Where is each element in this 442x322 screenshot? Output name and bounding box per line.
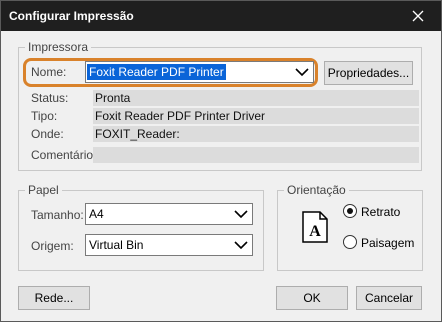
- network-button[interactable]: Rede...: [18, 286, 90, 310]
- print-setup-dialog: Configurar Impressão Impressora Nome: Fo…: [0, 0, 442, 322]
- paper-size-select[interactable]: A4: [85, 203, 253, 225]
- network-button-label: Rede...: [34, 291, 74, 305]
- portrait-label[interactable]: Retrato: [361, 205, 400, 219]
- printer-name-label: Nome:: [31, 65, 67, 79]
- chevron-down-icon: [234, 210, 248, 219]
- cancel-button-label: Cancelar: [364, 291, 414, 305]
- printer-name-value: Foxit Reader PDF Printer: [87, 64, 226, 80]
- paper-source-select[interactable]: Virtual Bin: [85, 234, 253, 256]
- ok-button[interactable]: OK: [276, 286, 348, 310]
- printer-group-legend: Impressora: [25, 40, 92, 54]
- size-label: Tamanho:: [31, 208, 84, 222]
- where-value: FOXIT_Reader:: [93, 126, 419, 142]
- orientation-group-legend: Orientação: [284, 183, 349, 197]
- portrait-radio[interactable]: [343, 204, 357, 218]
- window-title: Configurar Impressão: [9, 9, 134, 23]
- document-portrait-icon: A: [302, 211, 328, 243]
- close-icon: [412, 10, 424, 22]
- close-button[interactable]: [395, 1, 441, 31]
- source-label: Origem:: [31, 239, 74, 253]
- comment-value: [93, 147, 419, 163]
- chevron-down-icon: [295, 68, 309, 77]
- printer-name-select[interactable]: Foxit Reader PDF Printer: [85, 61, 314, 83]
- type-value: Foxit Reader PDF Printer Driver: [93, 108, 419, 124]
- chevron-down-icon: [234, 241, 248, 250]
- title-bar: Configurar Impressão: [1, 1, 441, 31]
- cancel-button[interactable]: Cancelar: [356, 286, 422, 310]
- status-value: Pronta: [93, 90, 419, 106]
- where-label: Onde:: [31, 127, 64, 141]
- status-label: Status:: [31, 91, 69, 105]
- landscape-label[interactable]: Paisagem: [361, 236, 414, 250]
- properties-button-label: Propriedades...: [327, 66, 410, 80]
- properties-button[interactable]: Propriedades...: [324, 61, 413, 85]
- comment-label: Comentário:: [31, 148, 97, 162]
- orientation-group: Orientação: [277, 183, 423, 271]
- document-letter: A: [309, 223, 321, 240]
- paper-source-value: Virtual Bin: [89, 238, 144, 252]
- ok-button-label: OK: [303, 291, 321, 305]
- paper-group-legend: Papel: [25, 183, 62, 197]
- type-label: Tipo:: [31, 109, 58, 123]
- landscape-radio[interactable]: [343, 235, 357, 249]
- paper-size-value: A4: [89, 207, 104, 221]
